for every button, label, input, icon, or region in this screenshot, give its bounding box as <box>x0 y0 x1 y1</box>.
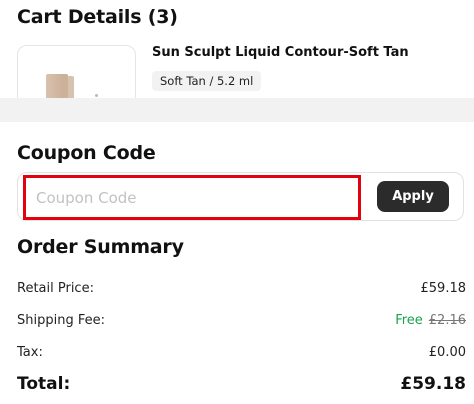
shipping-free-text: Free <box>395 313 423 328</box>
tax-row: Tax: £0.00 <box>17 345 466 365</box>
apply-coupon-button[interactable]: Apply <box>377 181 449 212</box>
retail-price-value: £59.18 <box>420 281 467 296</box>
coupon-section-title: Coupon Code <box>17 142 156 164</box>
product-bottle-side <box>64 76 74 98</box>
product-variant: Soft Tan / 5.2 ml <box>152 71 262 91</box>
shipping-fee-label: Shipping Fee: <box>17 313 105 328</box>
cart-details-section: Cart Details (3) Sun Sculpt Liquid Conto… <box>0 0 474 98</box>
product-image-dot <box>95 94 98 97</box>
retail-price-label: Retail Price: <box>17 281 94 296</box>
order-summary-title: Order Summary <box>17 236 184 258</box>
shipping-fee-value: Free £2.16 <box>395 313 466 328</box>
total-row: Total: £59.18 <box>17 374 466 398</box>
total-label: Total: <box>17 374 71 394</box>
total-value: £59.18 <box>400 374 466 394</box>
coupon-code-input[interactable] <box>23 175 361 220</box>
shipping-original-price: £2.16 <box>428 313 466 328</box>
cart-title: Cart Details (3) <box>17 6 178 28</box>
shipping-fee-row: Shipping Fee: Free £2.16 <box>17 313 466 333</box>
product-name[interactable]: Sun Sculpt Liquid Contour-Soft Tan <box>152 45 409 60</box>
section-divider <box>0 98 474 122</box>
product-thumbnail[interactable] <box>17 45 136 98</box>
tax-value: £0.00 <box>428 345 466 360</box>
retail-price-row: Retail Price: £59.18 <box>17 281 466 301</box>
tax-label: Tax: <box>17 345 43 360</box>
